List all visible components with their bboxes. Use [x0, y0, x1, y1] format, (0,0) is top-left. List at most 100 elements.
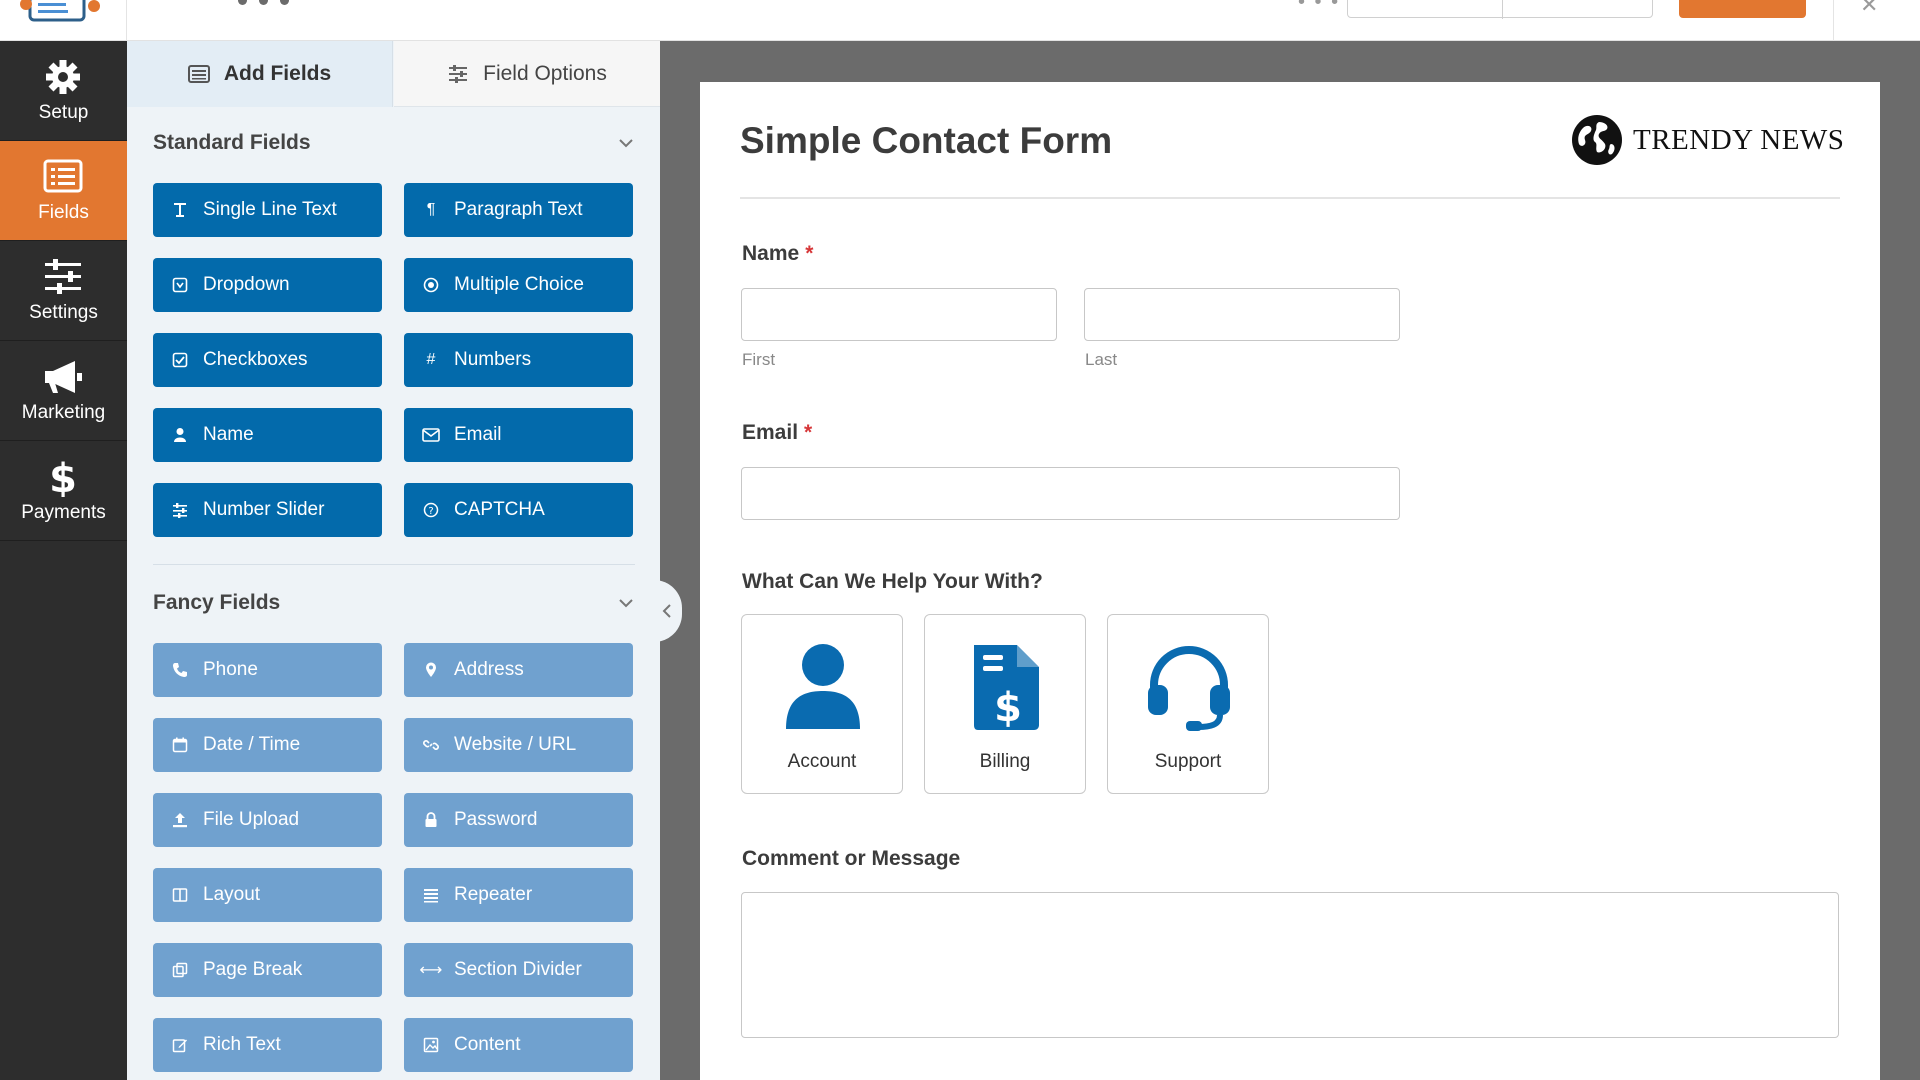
sidebar-item-marketing[interactable]: Marketing	[0, 341, 127, 441]
section-title: Standard Fields	[153, 131, 311, 154]
name-label-text: Name	[742, 242, 800, 265]
section-divider-field-button[interactable]: ⟷ Section Divider	[404, 943, 633, 997]
more-options-icon[interactable]: • • •	[1298, 0, 1340, 12]
email-label: Email *	[742, 421, 812, 445]
website-url-field-button[interactable]: Website / URL	[404, 718, 633, 772]
file-upload-field-button[interactable]: File Upload	[153, 793, 382, 847]
field-button-label: Layout	[203, 884, 261, 905]
sidebar-item-fields[interactable]: Fields	[0, 141, 127, 241]
question-circle-icon: ?	[422, 501, 440, 519]
numbers-field-button[interactable]: # Numbers	[404, 333, 633, 387]
field-button-label: Website / URL	[454, 734, 577, 755]
field-button-label: Number Slider	[203, 499, 325, 520]
builder-sidebar: Setup Fields Settings Marketing $ Paymen…	[0, 41, 127, 1080]
date-time-field-button[interactable]: Date / Time	[153, 718, 382, 772]
address-field-button[interactable]: Address	[404, 643, 633, 697]
checkboxes-field-button[interactable]: Checkboxes	[153, 333, 382, 387]
sliders-icon	[449, 64, 468, 83]
field-button-label: Email	[454, 424, 502, 445]
comment-label: Comment or Message	[742, 847, 961, 870]
captcha-field-button[interactable]: ? CAPTCHA	[404, 483, 633, 537]
choice-account[interactable]: Account	[741, 614, 903, 794]
layout-field-button[interactable]: Layout	[153, 868, 382, 922]
lock-icon	[422, 811, 440, 829]
sidebar-item-settings[interactable]: Settings	[0, 241, 127, 341]
map-pin-icon	[422, 661, 440, 679]
upload-icon	[171, 811, 189, 829]
top-bar-divider	[126, 0, 127, 41]
name-field-button[interactable]: Name	[153, 408, 382, 462]
first-name-input[interactable]	[741, 288, 1057, 341]
fancy-fields-header[interactable]: Fancy Fields	[153, 588, 635, 618]
panel-divider	[153, 564, 635, 565]
password-field-button[interactable]: Password	[404, 793, 633, 847]
tab-label: Field Options	[483, 61, 607, 85]
paragraph-text-field-button[interactable]: ¶ Paragraph Text	[404, 183, 633, 237]
choice-billing[interactable]: $ Billing	[924, 614, 1086, 794]
phone-field-button[interactable]: Phone	[153, 643, 382, 697]
wpforms-logo	[18, 0, 102, 24]
field-button-label: Numbers	[454, 349, 532, 370]
field-button-label: Paragraph Text	[454, 199, 583, 220]
choice-label: Billing	[979, 751, 1031, 772]
field-button-label: Content	[454, 1034, 521, 1055]
sliders-icon	[45, 259, 81, 294]
list-icon	[43, 159, 83, 193]
invoice-dollar-icon: $	[974, 645, 1039, 731]
field-button-label: Phone	[203, 659, 258, 680]
field-button-label: Name	[203, 424, 254, 445]
section-title: Fancy Fields	[153, 591, 281, 614]
calendar-icon	[171, 736, 189, 754]
sidebar-item-label: Marketing	[21, 402, 106, 423]
text-cursor-icon	[171, 201, 189, 219]
rich-text-field-button[interactable]: Rich Text	[153, 1018, 382, 1072]
sidebar-item-payments[interactable]: $ Payments	[0, 441, 127, 541]
first-sublabel: First	[742, 350, 776, 369]
page-break-field-button[interactable]: Page Break	[153, 943, 382, 997]
multiple-choice-field-button[interactable]: Multiple Choice	[404, 258, 633, 312]
sidebar-item-setup[interactable]: Setup	[0, 41, 127, 141]
user-icon	[171, 426, 189, 444]
top-bar: • • • ✕	[0, 0, 1920, 41]
single-line-text-field-button[interactable]: Single Line Text	[153, 183, 382, 237]
tab-add-fields[interactable]: Add Fields	[127, 41, 393, 107]
globe-icon	[1572, 115, 1622, 165]
rows-icon	[422, 886, 440, 904]
arrows-horizontal-icon: ⟷	[419, 962, 443, 979]
list-icon	[187, 65, 210, 83]
choice-label: Support	[1154, 751, 1222, 772]
button-group-separator	[1502, 0, 1503, 19]
content-field-button[interactable]: Content	[404, 1018, 633, 1072]
save-button[interactable]	[1679, 0, 1806, 18]
close-icon[interactable]: ✕	[1860, 0, 1890, 17]
email-field-button[interactable]: Email	[404, 408, 633, 462]
repeater-field-button[interactable]: Repeater	[404, 868, 633, 922]
email-label-text: Email	[742, 421, 799, 444]
dropdown-field-button[interactable]: Dropdown	[153, 258, 382, 312]
tab-label: Add Fields	[223, 62, 332, 85]
field-button-label: Address	[454, 659, 524, 680]
required-asterisk: *	[805, 242, 814, 265]
headset-icon	[1148, 646, 1230, 731]
top-bar-divider	[1833, 0, 1834, 41]
comment-textarea[interactable]	[741, 892, 1839, 1038]
phone-icon	[171, 661, 189, 679]
radio-icon	[422, 276, 440, 294]
user-icon	[786, 644, 860, 729]
chevron-left-icon	[662, 604, 671, 618]
tab-field-options[interactable]: Field Options	[394, 41, 660, 107]
number-slider-field-button[interactable]: Number Slider	[153, 483, 382, 537]
choice-support[interactable]: Support	[1107, 614, 1269, 794]
standard-fields-header[interactable]: Standard Fields	[153, 128, 635, 158]
sliders-icon	[171, 501, 189, 519]
sidebar-item-label: Payments	[21, 502, 106, 523]
field-button-label: Checkboxes	[203, 349, 308, 370]
columns-icon	[171, 886, 189, 904]
hash-icon: #	[426, 351, 436, 368]
preview-embed-buttons[interactable]	[1347, 0, 1653, 19]
email-input[interactable]	[741, 467, 1400, 520]
field-button-label: Date / Time	[203, 734, 301, 755]
field-button-label: CAPTCHA	[454, 499, 545, 520]
sidebar-item-label: Settings	[29, 302, 98, 323]
last-name-input[interactable]	[1084, 288, 1400, 341]
